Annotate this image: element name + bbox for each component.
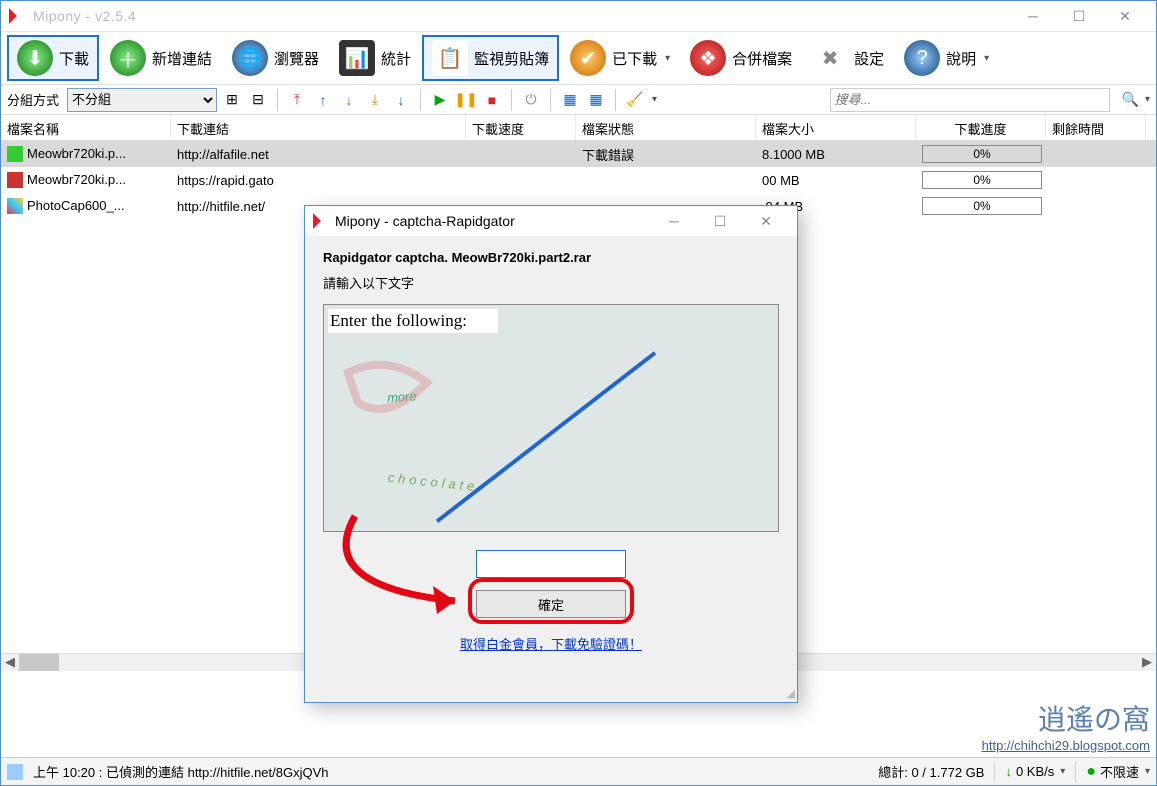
status-total: 總計: 0 / 1.772 GB	[878, 762, 984, 781]
captcha-image: more chocolate	[328, 333, 774, 531]
premium-link[interactable]: 取得白金會員，下載免驗證碼！	[323, 634, 779, 653]
gear-icon: ✖	[812, 40, 848, 76]
search-icon[interactable]: 🔍	[1122, 91, 1139, 108]
status-icon	[7, 764, 23, 780]
stop-icon[interactable]: ■	[481, 89, 503, 111]
file-icon	[7, 172, 23, 188]
col-speed[interactable]: 下載速度	[466, 115, 576, 140]
window-title: Mipony - v2.5.4	[33, 8, 1010, 24]
top-icon[interactable]: ⤒	[286, 89, 308, 111]
dialog-maximize[interactable]: ☐	[697, 207, 743, 235]
captcha-box: Enter the following: more chocolate	[323, 304, 779, 532]
file-icon	[7, 146, 23, 162]
toolbar-merge[interactable]: ❖ 合併檔案	[681, 35, 801, 81]
captcha-label: Enter the following:	[328, 309, 498, 333]
progress-bar: 0%	[922, 197, 1042, 215]
globe-icon: 🌐	[232, 40, 268, 76]
titlebar: Mipony - v2.5.4 ─ ☐ ✕	[1, 1, 1156, 31]
clipboard-icon: 📋	[432, 40, 468, 76]
plus-icon: ＋	[110, 40, 146, 76]
dialog-minimize[interactable]: ─	[651, 207, 697, 235]
toolbar-download[interactable]: ⬇ 下載	[7, 35, 99, 81]
col-status[interactable]: 檔案狀態	[576, 115, 756, 140]
dot-icon: ●	[1086, 763, 1096, 781]
col-size[interactable]: 檔案大小	[756, 115, 916, 140]
status-bar: 上午 10:20 : 已偵測的連結 http://hitfile.net/8Gx…	[1, 757, 1156, 785]
download-icon: ⬇	[17, 40, 53, 76]
search-box[interactable]	[830, 88, 1110, 112]
down-plus-icon[interactable]: ↓	[338, 89, 360, 111]
expand-icon[interactable]: ⊞	[221, 89, 243, 111]
table-row[interactable]: Meowbr720ki.p... https://rapid.gato 00 M…	[1, 167, 1156, 193]
minimize-button[interactable]: ─	[1010, 2, 1056, 30]
progress-bar: 0%	[922, 171, 1042, 189]
col-name[interactable]: 檔案名稱	[1, 115, 171, 140]
status-limit: 不限速	[1100, 762, 1139, 781]
svg-text:chocolate: chocolate	[387, 470, 479, 494]
toolbar-clipboard[interactable]: 📋 監視剪貼簿	[422, 35, 559, 81]
check-icon: ✔	[570, 40, 606, 76]
main-window: Mipony - v2.5.4 ─ ☐ ✕ ⬇ 下載 ＋ 新增連結 🌐 瀏覽器 …	[0, 0, 1157, 786]
ok-highlight: 確定	[468, 578, 634, 624]
collapse-icon[interactable]: ⊟	[247, 89, 269, 111]
sub-toolbar: 分組方式 不分組 ⊞ ⊟ ⤒ ↑ ↓ ⤓ ↓ ▶ ❚❚ ■ ⏻ ▦ ▦ 🧹 ▾ …	[1, 85, 1156, 115]
pause-icon[interactable]: ❚❚	[455, 89, 477, 111]
main-toolbar: ⬇ 下載 ＋ 新增連結 🌐 瀏覽器 📊 統計 📋 監視剪貼簿 ✔ 已下載▾ ❖ …	[1, 31, 1156, 85]
column-headers: 檔案名稱 下載連結 下載速度 檔案狀態 檔案大小 下載進度 剩餘時間	[1, 115, 1156, 141]
captcha-input[interactable]	[476, 550, 626, 578]
status-speed: 0 KB/s	[1016, 764, 1054, 779]
group-select[interactable]: 不分組	[67, 88, 217, 112]
merge-icon: ❖	[690, 40, 726, 76]
watermark: 逍遙の窩 http://chihchi29.blogspot.com	[982, 698, 1150, 753]
resize-grip[interactable]: ◢	[787, 687, 795, 700]
group-label: 分組方式	[7, 90, 63, 109]
toolbar-downloaded[interactable]: ✔ 已下載▾	[561, 35, 679, 81]
down-icon[interactable]: ↓	[390, 89, 412, 111]
search-input[interactable]	[835, 92, 1105, 107]
dialog-titlebar: Mipony - captcha-Rapidgator ─ ☐ ✕	[305, 206, 797, 236]
status-text: 上午 10:20 : 已偵測的連結 http://hitfile.net/8Gx…	[33, 762, 329, 781]
dialog-heading: Rapidgator captcha. MeowBr720ki.part2.ra…	[323, 250, 779, 265]
doc2-icon[interactable]: ▦	[585, 89, 607, 111]
toolbar-stats[interactable]: 📊 統計	[330, 35, 420, 81]
toolbar-browser[interactable]: 🌐 瀏覽器	[223, 35, 328, 81]
bottom-icon[interactable]: ⤓	[364, 89, 386, 111]
close-button[interactable]: ✕	[1102, 2, 1148, 30]
chart-icon: 📊	[339, 40, 375, 76]
doc1-icon[interactable]: ▦	[559, 89, 581, 111]
up-icon[interactable]: ↑	[312, 89, 334, 111]
toolbar-settings[interactable]: ✖ 設定	[803, 35, 893, 81]
table-row[interactable]: Meowbr720ki.p... http://alfafile.net 下載錯…	[1, 141, 1156, 167]
dialog-title: Mipony - captcha-Rapidgator	[335, 213, 651, 229]
col-progress[interactable]: 下載進度	[916, 115, 1046, 140]
maximize-button[interactable]: ☐	[1056, 2, 1102, 30]
progress-bar: 0%	[922, 145, 1042, 163]
file-icon	[7, 198, 23, 214]
power-icon[interactable]: ⏻	[520, 89, 542, 111]
clean-icon[interactable]: 🧹	[624, 89, 646, 111]
play-icon[interactable]: ▶	[429, 89, 451, 111]
ok-button[interactable]: 確定	[476, 590, 626, 618]
help-icon: ?	[904, 40, 940, 76]
col-link[interactable]: 下載連結	[171, 115, 466, 140]
dialog-close[interactable]: ✕	[743, 207, 789, 235]
toolbar-help[interactable]: ? 說明▾	[895, 35, 998, 81]
col-remain[interactable]: 剩餘時間	[1046, 115, 1146, 140]
app-icon	[9, 8, 25, 24]
toolbar-add-link[interactable]: ＋ 新增連結	[101, 35, 221, 81]
down-arrow-icon: ↓	[1005, 764, 1012, 779]
captcha-dialog: Mipony - captcha-Rapidgator ─ ☐ ✕ Rapidg…	[304, 205, 798, 703]
dialog-icon	[313, 213, 329, 229]
dialog-instruction: 請輸入以下文字	[323, 273, 779, 292]
